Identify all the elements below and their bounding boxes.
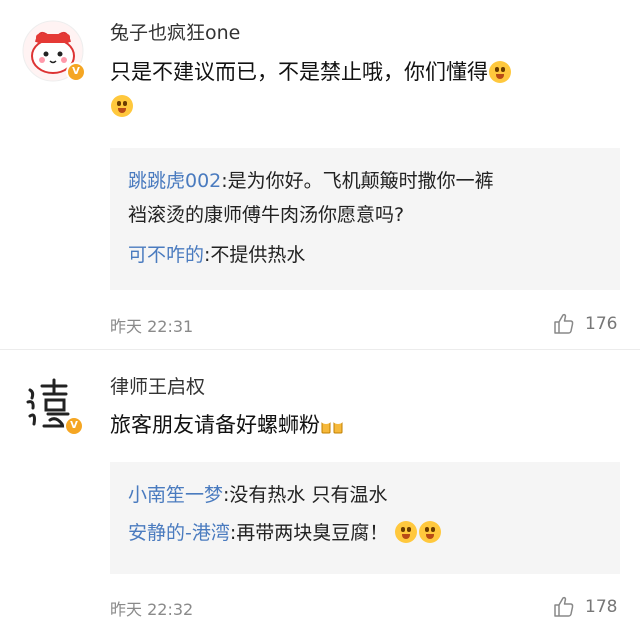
reply-text-continued: 裆滚烫的康师傅牛肉汤你愿意吗? [128, 204, 405, 226]
thumbs-up-icon[interactable] [552, 312, 576, 336]
replies-box: 跳跳虎002:是为你好。飞机颠簸时撒你一裤 裆滚烫的康师傅牛肉汤你愿意吗? 可不… [110, 148, 620, 290]
reply-item: 可不咋的:不提供热水 [128, 238, 608, 272]
grin-face-emoji-icon [395, 521, 418, 543]
reply-item: 小南笙一梦:没有热水 只有温水 [128, 478, 608, 512]
beer-cheers-emoji-icon [321, 418, 343, 434]
comment-text: 旅客朋友请备好螺蛳粉 [110, 408, 610, 442]
replies-box: 小南笙一梦:没有热水 只有温水 安静的-港湾:再带两块臭豆腐！ [110, 462, 620, 574]
reply-text: :再带两块臭豆腐！ [229, 522, 389, 544]
reply-item: 跳跳虎002:是为你好。飞机颠簸时撒你一裤 裆滚烫的康师傅牛肉汤你愿意吗? [128, 164, 608, 232]
verified-badge-icon: V [64, 416, 84, 436]
like-count: 178 [585, 597, 618, 617]
surprised-face-emoji-icon [489, 61, 511, 83]
comment-item: V 兔子也疯狂one 只是不建议而已，不是禁止哦，你们懂得 跳跳虎002:是为你… [0, 0, 640, 350]
like-count: 176 [585, 314, 618, 334]
reply-text: :是为你好。飞机颠簸时撒你一裤 [221, 170, 494, 192]
grin-face-emoji-icon [419, 521, 442, 543]
comment-body: 只是不建议而已，不是禁止哦，你们懂得 [110, 60, 488, 84]
thumbs-up-icon[interactable] [552, 595, 576, 619]
reply-item: 安静的-港湾:再带两块臭豆腐！ [128, 516, 608, 550]
reply-text: :没有热水 只有温水 [223, 484, 388, 506]
username[interactable]: 兔子也疯狂one [110, 18, 240, 45]
comment-text: 只是不建议而已，不是禁止哦，你们懂得 [110, 55, 610, 123]
reply-text: :不提供热水 [204, 244, 306, 266]
verified-badge-icon: V [66, 62, 86, 82]
reply-username[interactable]: 可不咋的 [128, 244, 204, 266]
comment-time: 昨天 22:32 [110, 600, 194, 619]
comment-time: 昨天 22:31 [110, 317, 194, 336]
comment-item: V 律师王启权 旅客朋友请备好螺蛳粉 小南笙一梦:没有热水 只有温水 安静的-港… [0, 350, 640, 632]
reply-username[interactable]: 小南笙一梦 [128, 484, 223, 506]
reply-username[interactable]: 跳跳虎002 [128, 170, 221, 192]
comment-body: 旅客朋友请备好螺蛳粉 [110, 413, 320, 437]
username[interactable]: 律师王启权 [110, 372, 205, 399]
reply-username[interactable]: 安静的-港湾 [128, 522, 230, 544]
surprised-face-emoji-icon [111, 95, 133, 117]
